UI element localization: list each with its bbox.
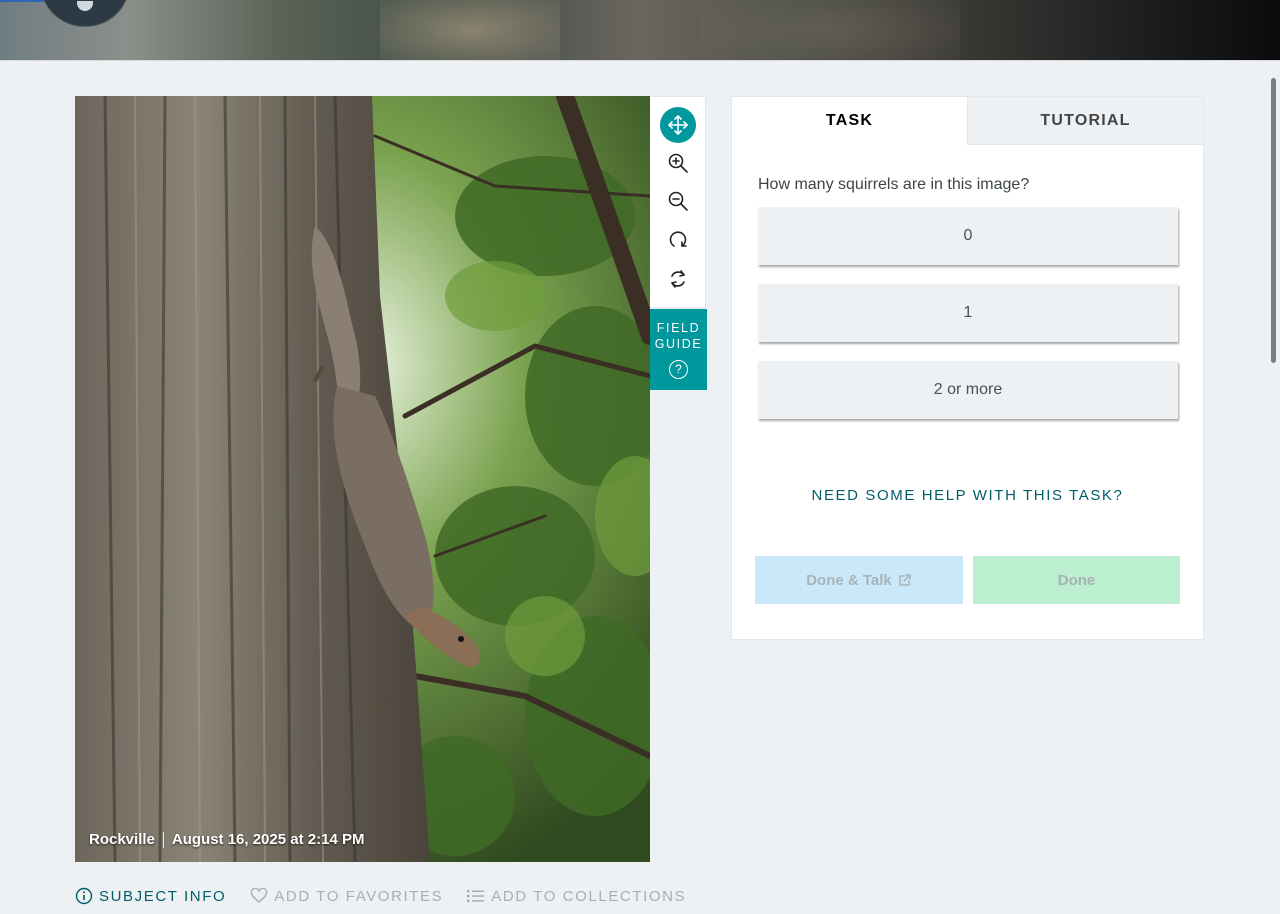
move-icon [668, 115, 688, 135]
external-link-icon [899, 574, 911, 586]
squirrel-photo [75, 96, 650, 862]
banner-background-blur [700, 0, 960, 60]
caption-date: August 16, 2025 at 2:14 PM [171, 831, 365, 848]
page-scrollbar[interactable] [1271, 78, 1276, 363]
caption-separator [162, 831, 164, 848]
info-icon [75, 887, 93, 905]
add-to-favorites-label: ADD TO FAVORITES [274, 887, 444, 905]
rotate-button[interactable] [660, 221, 696, 257]
reset-button[interactable] [660, 261, 696, 297]
add-to-collections-label: ADD TO COLLECTIONS [491, 887, 687, 905]
move-button[interactable] [660, 107, 696, 143]
add-to-collections-button[interactable]: ADD TO COLLECTIONS [467, 888, 686, 905]
field-guide-label-line2: GUIDE [654, 337, 703, 351]
zoom-out-icon [668, 191, 688, 211]
image-toolbar [650, 96, 706, 308]
banner-background-blur [380, 0, 560, 60]
task-question: How many squirrels are in this image? [758, 176, 1030, 193]
heart-icon [251, 888, 268, 903]
zoom-in-button[interactable] [660, 145, 696, 181]
subject-info-button[interactable]: SUBJECT INFO [75, 887, 226, 905]
subject-info-label: SUBJECT INFO [99, 887, 227, 905]
field-guide-label-line1: FIELD [656, 321, 701, 335]
field-guide-button[interactable]: FIELD GUIDE ? [650, 309, 707, 390]
zoom-in-icon [668, 153, 688, 173]
caption-place: Rockville [89, 831, 155, 848]
subject-meta-bar: SUBJECT INFO ADD TO FAVORITES ADD TO COL… [75, 887, 710, 905]
done-and-talk-label: Done & Talk [806, 571, 892, 589]
tab-tutorial[interactable]: TUTORIAL [967, 97, 1203, 145]
list-icon [467, 890, 485, 903]
subject-image[interactable]: Rockville August 16, 2025 at 2:14 PM [75, 96, 650, 862]
header-banner [0, 0, 1280, 61]
answer-option-1[interactable]: 1 [758, 284, 1178, 342]
add-to-favorites-button[interactable]: ADD TO FAVORITES [250, 888, 443, 905]
answer-option-2-or-more[interactable]: 2 or more [758, 361, 1178, 419]
task-help-link[interactable]: NEED SOME HELP WITH THIS TASK? [732, 487, 1203, 504]
rotate-icon [669, 231, 687, 247]
tab-task[interactable]: TASK [732, 97, 967, 145]
task-panel: TASK TUTORIAL How many squirrels are in … [731, 96, 1204, 640]
reset-icon [671, 270, 685, 288]
photo-caption: Rockville August 16, 2025 at 2:14 PM [89, 831, 364, 848]
project-logo[interactable] [40, 0, 130, 27]
help-circle-icon: ? [669, 360, 688, 379]
done-and-talk-button[interactable]: Done & Talk [755, 556, 963, 604]
panel-tabs: TASK TUTORIAL [732, 97, 1203, 145]
done-button[interactable]: Done [973, 556, 1180, 604]
zoom-out-button[interactable] [660, 183, 696, 219]
logo-mark-icon [77, 1, 93, 11]
answer-option-0[interactable]: 0 [758, 207, 1178, 265]
